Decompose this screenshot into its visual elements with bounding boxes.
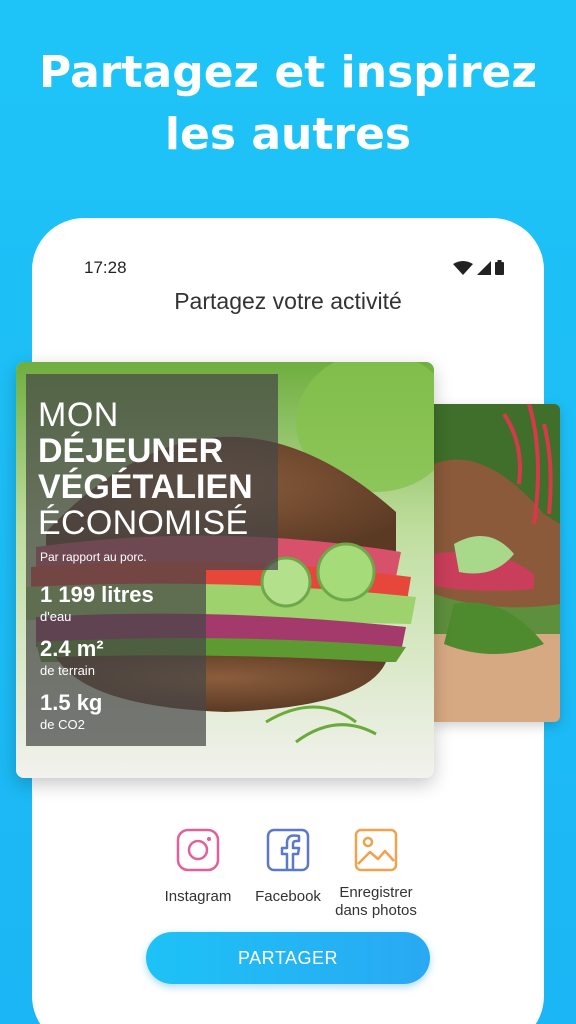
share-facebook-label: Facebook: [255, 888, 321, 905]
stat-water-value: 1 199 litres: [40, 582, 154, 607]
card-title-overlay: MON DÉJEUNER VÉGÉTALIEN ÉCONOMISÉ Par ra…: [26, 374, 278, 570]
battery-icon: [495, 260, 504, 275]
save-photo-icon: [354, 828, 398, 872]
card-title-line-1: MON: [38, 396, 119, 434]
stat-co2-value: 1.5 kg: [40, 690, 103, 715]
card-stats-overlay: 1 199 litres d'eau 2.4 m² de terrain 1.5…: [26, 570, 206, 746]
facebook-icon: [266, 828, 310, 872]
card-comparison: Par rapport au porc.: [40, 550, 147, 564]
headline-line-2: les autres: [164, 109, 412, 160]
stat-land-unit: de terrain: [40, 663, 95, 678]
save-to-photos-label: Enregistrer dans photos: [326, 884, 426, 920]
activity-card[interactable]: MON DÉJEUNER VÉGÉTALIEN ÉCONOMISÉ Par ra…: [16, 362, 434, 778]
stat-water: 1 199 litres d'eau: [40, 582, 154, 624]
burger-photo-partial: [434, 404, 560, 722]
headline-line-1: Partagez et inspirez: [39, 47, 537, 98]
save-to-photos-label-line-1: Enregistrer: [339, 884, 413, 901]
save-to-photos-button[interactable]: Enregistrer dans photos: [326, 828, 426, 920]
stat-water-unit: d'eau: [40, 609, 72, 624]
stat-co2-unit: de CO2: [40, 717, 85, 732]
share-button[interactable]: PARTAGER: [146, 932, 430, 984]
stat-land-value: 2.4 m²: [40, 636, 104, 661]
save-to-photos-label-line-2: dans photos: [335, 902, 417, 919]
share-options: Instagram Facebook Enregistrer dans phot…: [0, 828, 576, 928]
secondary-card-image[interactable]: [434, 404, 560, 722]
signal-icon: [477, 261, 491, 275]
share-facebook-button[interactable]: Facebook: [238, 828, 338, 906]
share-instagram-button[interactable]: Instagram: [148, 828, 248, 906]
screen-title: Partagez votre activité: [174, 288, 402, 314]
stat-land: 2.4 m² de terrain: [40, 636, 104, 678]
instagram-icon: [176, 828, 220, 872]
share-instagram-label: Instagram: [164, 888, 232, 905]
status-time: 17:28: [84, 258, 127, 277]
status-icons: [453, 260, 504, 275]
headline: Partagez et inspirez les autres: [0, 42, 576, 166]
wifi-icon: [453, 261, 473, 275]
card-title-line-3: VÉGÉTALIEN: [38, 468, 253, 506]
stat-co2: 1.5 kg de CO2: [40, 690, 102, 732]
card-title-line-2: DÉJEUNER: [38, 432, 224, 470]
card-title-line-4: ÉCONOMISÉ: [38, 504, 249, 542]
